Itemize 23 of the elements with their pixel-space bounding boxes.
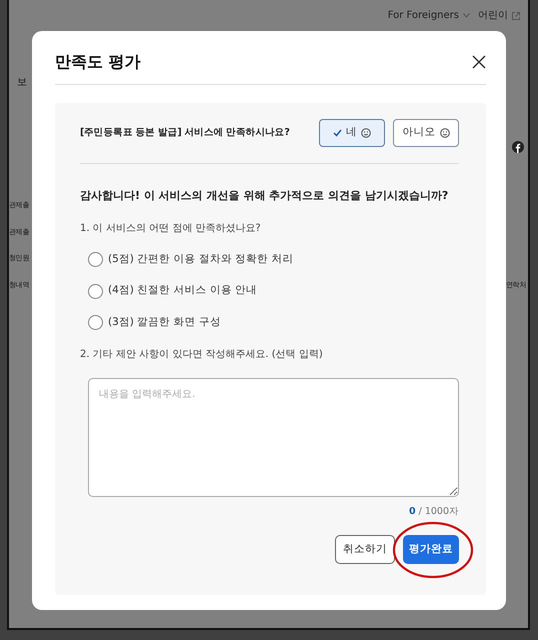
smiley-icon	[440, 128, 450, 138]
check-icon	[333, 129, 342, 137]
facebook-icon[interactable]	[512, 141, 524, 153]
chevron-down-icon	[463, 13, 470, 18]
comment-field[interactable]: 내용을 입력해주세요.	[88, 378, 459, 497]
question-label: 2. 기타 제안 사항이 있다면 작성해주세요. (선택 입력)	[80, 348, 324, 362]
submit-button[interactable]: 평가완료	[403, 535, 459, 564]
radio-option[interactable]: (3점) 깔끔한 화면 구성	[88, 315, 459, 331]
external-link-icon	[512, 12, 520, 20]
dialog-title: 만족도 평가	[55, 52, 141, 72]
radio-option[interactable]: (5점) 간편한 이용 절차와 정확한 처리	[88, 252, 459, 268]
radio-option[interactable]: (4점) 친절한 서비스 이용 안내	[88, 283, 459, 299]
followup-text: 감사합니다! 이 서비스의 개선을 위해 추가적으로 의견을 남기시겠습니까?	[80, 188, 450, 204]
cancel-button[interactable]: 취소하기	[335, 535, 395, 564]
character-counter: 0 / 1000자	[408, 504, 459, 519]
top-link[interactable]: 어린이	[478, 8, 520, 23]
top-link[interactable]: For Foreigners	[388, 8, 470, 23]
answer-button[interactable]: 아니오	[393, 119, 459, 147]
question-text: [주민등록표 등본 발급] 서비스에 만족하시나요?	[80, 126, 290, 140]
question-label: 1. 이 서비스의 어떤 점에 만족하셨나요?	[80, 222, 262, 236]
answer-button[interactable]: 네	[319, 119, 385, 147]
smiley-icon	[361, 128, 371, 138]
close-icon[interactable]	[472, 54, 486, 68]
